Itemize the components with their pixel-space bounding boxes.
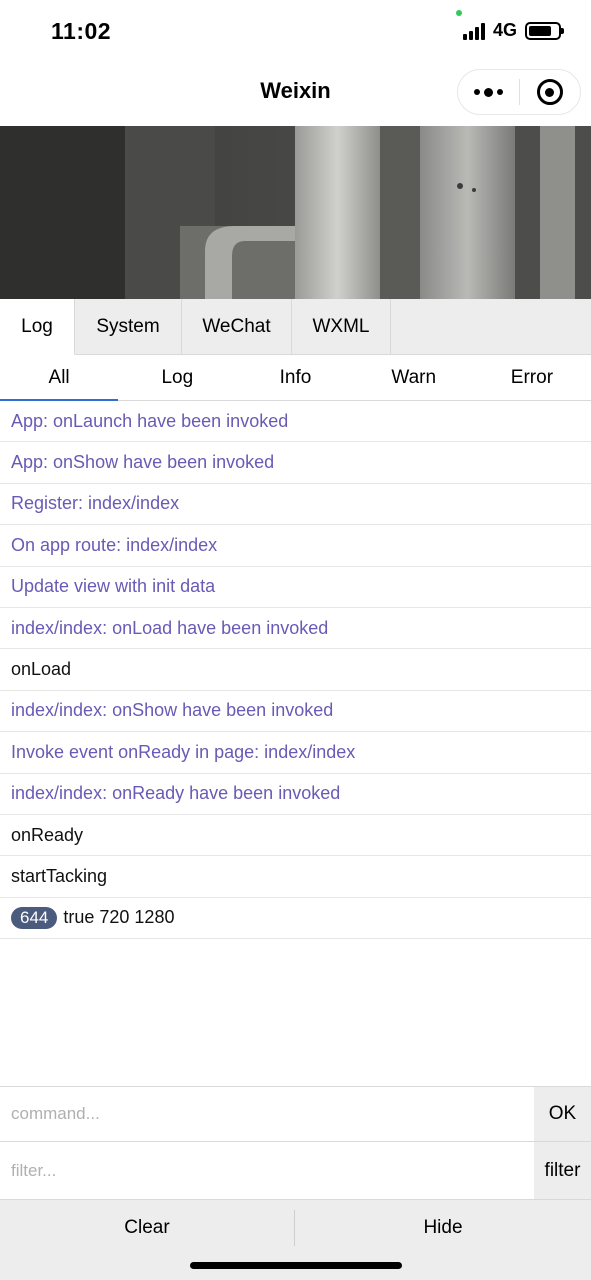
status-time: 11:02 bbox=[51, 18, 112, 44]
log-entry-text: true 720 1280 bbox=[63, 907, 175, 928]
log-entry: onLoad bbox=[0, 649, 591, 691]
filter-tab-warn[interactable]: Warn bbox=[355, 355, 473, 400]
command-input[interactable] bbox=[0, 1087, 534, 1141]
log-entry: onReady bbox=[0, 815, 591, 857]
camera-image bbox=[0, 126, 591, 299]
nav-bar: Weixin bbox=[0, 62, 591, 126]
miniprogram-capsule bbox=[457, 69, 581, 115]
filter-tab-info[interactable]: Info bbox=[236, 355, 354, 400]
log-entry: index/index: onReady have been invoked bbox=[0, 774, 591, 815]
log-entry: index/index: onLoad have been invoked bbox=[0, 608, 591, 650]
privacy-indicator-dot bbox=[456, 10, 462, 16]
filter-tab-log[interactable]: Log bbox=[118, 355, 236, 400]
log-list: App: onLaunch have been invoked App: onS… bbox=[0, 401, 591, 940]
filter-tab-all[interactable]: All bbox=[0, 355, 119, 401]
target-close-icon bbox=[536, 79, 563, 105]
log-entry: startTacking bbox=[0, 856, 591, 898]
camera-preview bbox=[0, 126, 591, 299]
more-dots-icon bbox=[473, 87, 503, 97]
signal-icon bbox=[462, 22, 485, 40]
tab-system[interactable]: System bbox=[75, 299, 182, 355]
command-row: OK bbox=[0, 1086, 591, 1141]
wechat-miniprogram-screen: 11:02 4G Weixin Log System WeChat WXML A… bbox=[0, 0, 591, 1280]
repeat-count-badge: 644 bbox=[11, 906, 58, 929]
battery-icon bbox=[525, 21, 564, 40]
ok-button[interactable]: OK bbox=[534, 1087, 591, 1141]
log-entry: index/index: onShow have been invoked bbox=[0, 691, 591, 733]
log-entry: App: onShow have been invoked bbox=[0, 442, 591, 484]
console-tabs: Log System WeChat WXML bbox=[0, 299, 591, 355]
home-indicator[interactable] bbox=[190, 1262, 402, 1269]
status-bar: 11:02 4G bbox=[0, 0, 591, 62]
log-entry: App: onLaunch have been invoked bbox=[0, 401, 591, 443]
tab-wechat[interactable]: WeChat bbox=[182, 299, 292, 355]
log-entry: Register: index/index bbox=[0, 484, 591, 526]
log-entry: On app route: index/index bbox=[0, 525, 591, 567]
close-miniprogram-button[interactable] bbox=[520, 70, 581, 114]
hide-button[interactable]: Hide bbox=[295, 1200, 591, 1256]
log-entry: Update view with init data bbox=[0, 567, 591, 608]
filter-input[interactable] bbox=[0, 1142, 534, 1199]
filter-tab-error[interactable]: Error bbox=[473, 355, 591, 400]
filter-row: filter bbox=[0, 1141, 591, 1199]
network-type: 4G bbox=[492, 20, 517, 40]
log-entry: Invoke event onReady in page: index/inde… bbox=[0, 732, 591, 774]
log-entry: 644 true 720 1280 bbox=[0, 898, 591, 940]
filter-button[interactable]: filter bbox=[534, 1142, 591, 1199]
clear-button[interactable]: Clear bbox=[0, 1200, 294, 1256]
tab-log[interactable]: Log bbox=[0, 299, 75, 355]
more-button[interactable] bbox=[458, 70, 519, 114]
tab-wxml[interactable]: WXML bbox=[292, 299, 391, 355]
log-filter-tabs: All Log Info Warn Error bbox=[0, 355, 591, 401]
